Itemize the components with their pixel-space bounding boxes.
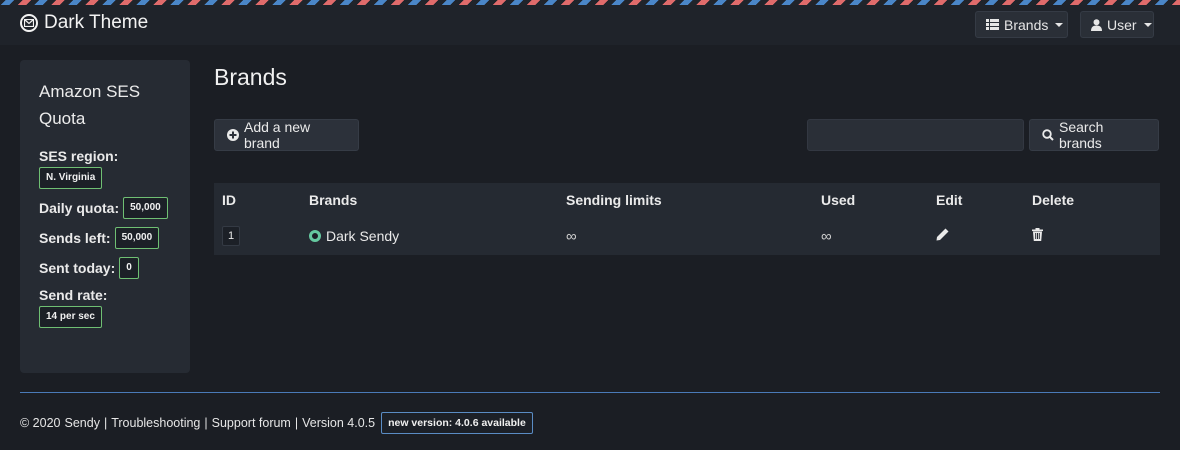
list-icon (986, 19, 999, 30)
sidebar-title: Amazon SES Quota (39, 82, 141, 128)
column-header-edit: Edit (936, 192, 963, 208)
copyright-text: © 2020 (20, 415, 61, 430)
brand-name-link[interactable]: Dark Sendy (326, 228, 399, 244)
brands-menu-label: Brands (1004, 16, 1049, 33)
user-menu-label: User (1107, 16, 1137, 33)
pencil-icon[interactable] (936, 228, 949, 241)
troubleshooting-link[interactable]: Troubleshooting (111, 416, 200, 430)
sends-left-stat: Sends left: 50,000 (39, 227, 171, 249)
caret-down-icon (1055, 22, 1064, 27)
footer-divider (20, 392, 1160, 393)
sendy-link[interactable]: Sendy (65, 416, 100, 430)
page-title: Brands (214, 64, 287, 90)
search-brands-button[interactable]: Search brands (1029, 119, 1159, 151)
add-brand-button[interactable]: Add a new brand (214, 119, 359, 151)
brand-id-badge: 1 (222, 226, 241, 246)
sent-today-label: Sent today: (39, 260, 116, 276)
app-brand-link[interactable]: Dark Theme (20, 11, 148, 35)
brands-menu-button[interactable]: Brands (975, 11, 1068, 38)
send-rate-badge: 14 per sec (39, 306, 102, 328)
column-header-brands: Brands (309, 192, 358, 208)
ses-region-label: SES region: (39, 148, 119, 164)
search-brands-label: Search brands (1059, 119, 1104, 151)
ses-region-badge: N. Virginia (39, 167, 103, 189)
brand-name-cell: Dark Sendy (301, 217, 558, 255)
sending-limits-value: ∞ (566, 227, 577, 245)
plus-circle-icon (227, 129, 239, 141)
app-title: Dark Theme (44, 12, 149, 33)
footer-separator: | (294, 415, 299, 430)
user-icon (1091, 18, 1102, 31)
brand-status-icon (309, 230, 321, 242)
footer-separator: | (103, 415, 108, 430)
ses-region-stat: SES region: N. Virginia (39, 148, 171, 189)
sent-today-stat: Sent today: 0 (39, 257, 171, 279)
sends-left-label: Sends left: (39, 230, 111, 246)
update-available-badge[interactable]: new version: 4.0.6 available (381, 411, 533, 434)
sent-today-badge: 0 (119, 257, 139, 279)
envelope-logo-icon (20, 14, 38, 32)
ses-quota-panel: Amazon SES Quota SES region: N. Virginia… (20, 60, 190, 373)
top-navbar: Dark Theme Brands User (0, 5, 1180, 45)
version-text: Version 4.0.5 (302, 415, 376, 430)
send-rate-stat: Send rate: 14 per sec (39, 287, 171, 328)
table-row: 1 Dark Sendy ∞ ∞ (214, 217, 1160, 255)
column-header-used: Used (821, 192, 856, 208)
column-header-delete: Delete (1032, 192, 1075, 208)
caret-down-icon (1143, 22, 1152, 27)
search-icon (1042, 129, 1054, 141)
footer: © 2020 Sendy | Troubleshooting | Support… (20, 411, 533, 434)
daily-quota-label: Daily quota: (39, 200, 120, 216)
footer-separator: | (204, 415, 208, 430)
table-header-row: ID Brands Sending limits Used Edit Delet… (214, 183, 1160, 217)
brands-table: ID Brands Sending limits Used Edit Delet… (214, 183, 1160, 255)
user-menu-button[interactable]: User (1080, 11, 1154, 38)
search-brands-input[interactable] (807, 119, 1024, 151)
trash-icon[interactable] (1032, 228, 1043, 241)
used-value: ∞ (821, 227, 832, 245)
send-rate-label: Send rate: (39, 287, 108, 303)
daily-quota-stat: Daily quota: 50,000 (39, 197, 171, 219)
daily-quota-badge: 50,000 (123, 197, 168, 219)
support-forum-link[interactable]: Support forum (212, 416, 291, 430)
column-header-sending-limits: Sending limits (566, 192, 662, 208)
sends-left-badge: 50,000 (114, 227, 160, 249)
add-brand-label: Add a new brand (244, 119, 311, 151)
column-header-id: ID (222, 192, 236, 208)
